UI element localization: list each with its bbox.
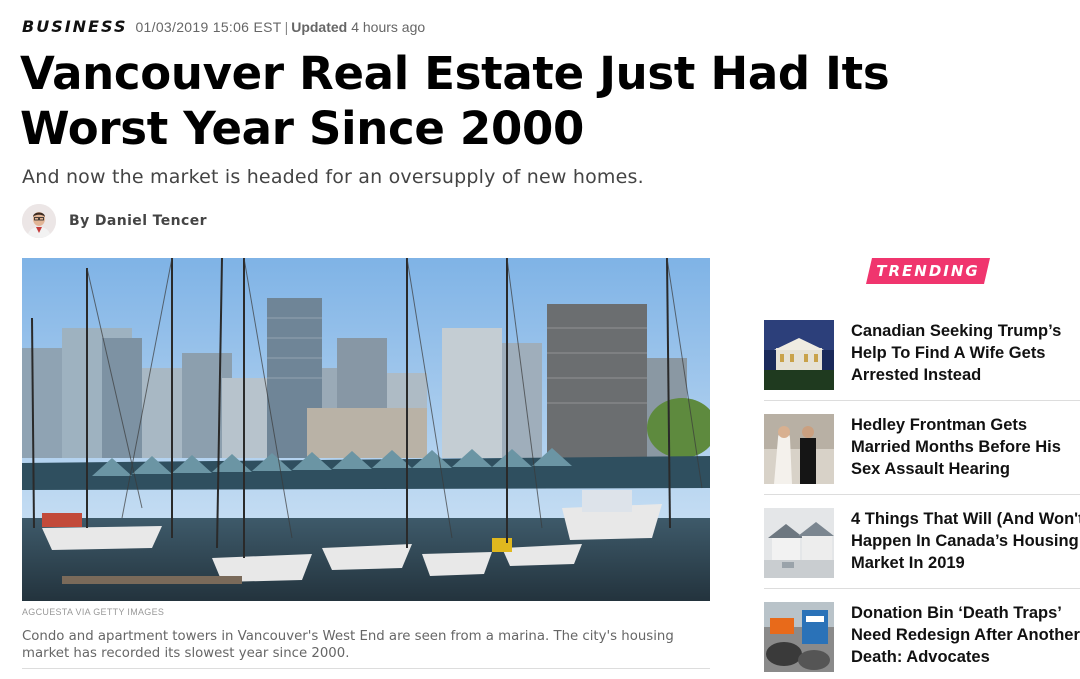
image-caption: Condo and apartment towers in Vancouver'… [22,629,674,661]
trending-title[interactable]: Canadian Seeking Trump’s Help To Find A … [851,320,1080,386]
image-credit: AGCUESTA VIA GETTY IMAGES [22,607,165,617]
article-meta: BUSINESS 01/03/2019 15:06 EST | Updated … [22,17,425,39]
caption-divider [22,668,710,669]
trending-thumbnail[interactable] [764,508,834,578]
trending-title[interactable]: Donation Bin ‘Death Traps’ Need Redesign… [851,602,1080,668]
updated-label: Updated [291,19,348,35]
article-headline: Vancouver Real Estate Just Had Its Worst… [20,47,890,155]
trending-title[interactable]: 4 Things That Will (And Won't) Happen In… [851,508,1080,574]
updated-time: 4 hours ago [351,19,426,35]
byline: By Daniel Tencer [22,204,207,238]
trending-badge: TRENDING [866,258,990,284]
trending-item[interactable]: Donation Bin ‘Death Traps’ Need Redesign… [764,602,1080,676]
trending-thumbnail[interactable] [764,414,834,484]
author-avatar[interactable] [22,204,56,238]
trending-thumbnail[interactable] [764,320,834,390]
trending-divider [764,494,1080,495]
trending-item[interactable]: Canadian Seeking Trump’s Help To Find A … [764,320,1080,394]
author-link[interactable]: By Daniel Tencer [69,213,207,229]
trending-title[interactable]: Hedley Frontman Gets Married Months Befo… [851,414,1080,480]
section-link[interactable]: BUSINESS [22,17,127,36]
hero-image[interactable] [22,258,710,601]
trending-label: TRENDING [876,262,980,280]
trending-thumbnail[interactable] [764,602,834,672]
article-subheadline: And now the market is headed for an over… [22,166,644,188]
publish-timestamp: 01/03/2019 15:06 EST [135,19,282,35]
trending-item[interactable]: Hedley Frontman Gets Married Months Befo… [764,414,1080,488]
trending-divider [764,400,1080,401]
meta-separator: | [284,19,289,35]
trending-divider [764,588,1080,589]
trending-item[interactable]: 4 Things That Will (And Won't) Happen In… [764,508,1080,582]
